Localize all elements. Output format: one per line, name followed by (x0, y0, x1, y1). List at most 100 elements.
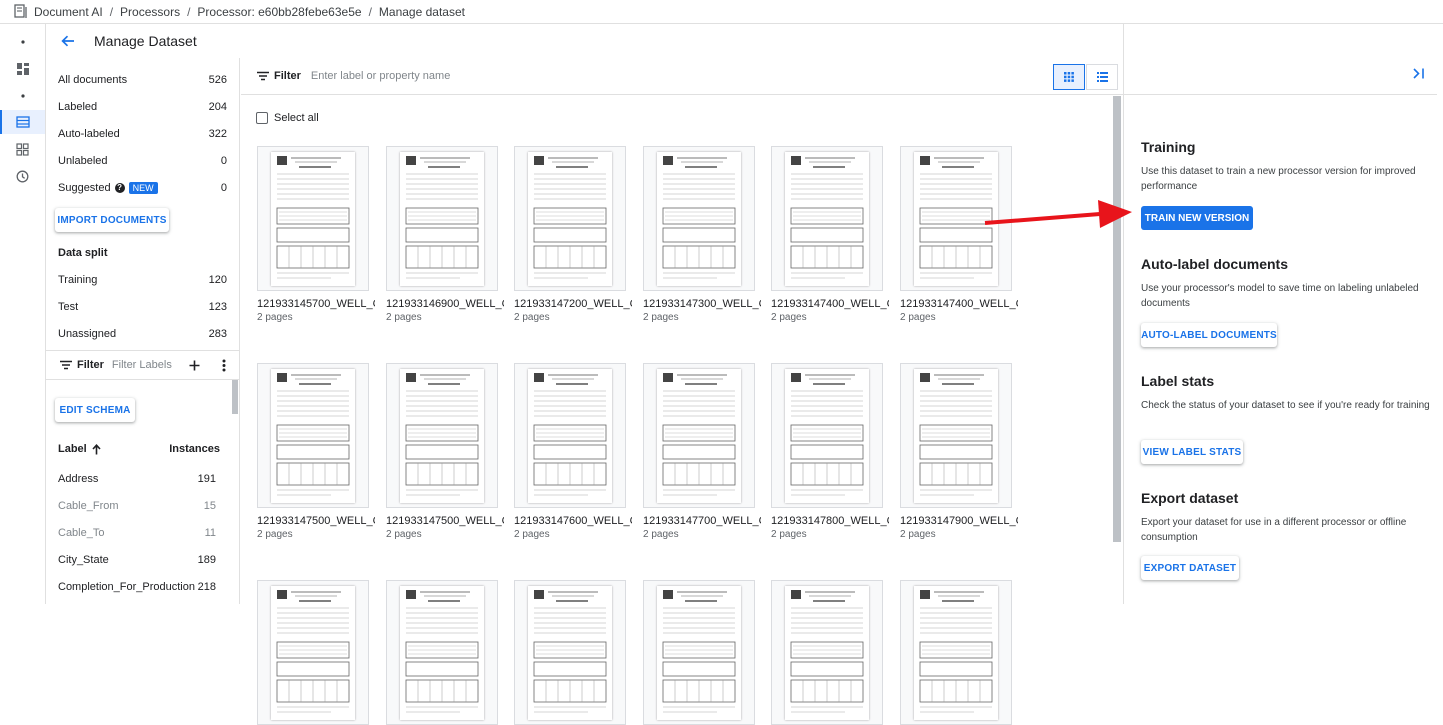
document-card[interactable] (771, 580, 889, 725)
document-thumbnail[interactable] (900, 146, 1012, 291)
rail-history-icon[interactable] (0, 164, 45, 188)
document-page-preview (271, 151, 355, 286)
document-filename[interactable]: 121933147800_WELL_COM... (771, 515, 889, 527)
list-view-toggle[interactable] (1086, 64, 1118, 90)
document-thumbnail[interactable] (514, 146, 626, 291)
select-all[interactable]: Select all (256, 112, 319, 124)
document-card[interactable]: 121933147500_WELL_COM... 2 pages (386, 363, 504, 540)
help-icon[interactable]: ? (114, 182, 125, 193)
document-card[interactable] (514, 580, 632, 725)
document-page-preview (528, 151, 612, 286)
document-thumbnail[interactable] (514, 363, 626, 508)
nav-all-documents[interactable]: All documents 526 (46, 66, 239, 93)
document-thumbnail[interactable] (386, 146, 498, 291)
document-filename[interactable]: 121933145700_WELL_COM... (257, 298, 375, 310)
document-card[interactable]: 121933147800_WELL_COM... 2 pages (771, 363, 889, 540)
label-column-header[interactable]: Label (58, 443, 101, 455)
split-unassigned[interactable]: Unassigned 283 (46, 320, 239, 347)
sort-arrow-up-icon[interactable] (92, 443, 101, 455)
document-filename[interactable]: 121933147700_WELL_COM... (643, 515, 761, 527)
document-card[interactable]: 121933147400_WELL_COM... 2 pages (900, 146, 1018, 323)
rail-dashboard-icon[interactable] (0, 57, 45, 81)
split-training[interactable]: Training 120 (46, 266, 239, 293)
auto-label-documents-button[interactable]: AUTO-LABEL DOCUMENTS (1141, 323, 1277, 347)
document-card[interactable] (386, 580, 504, 725)
label-row-completion-for-production[interactable]: Completion_For_Production 218 (46, 573, 232, 600)
nav-count: 0 (220, 181, 227, 194)
document-card[interactable] (643, 580, 761, 725)
document-filename[interactable]: 121933147500_WELL_COM... (257, 515, 375, 527)
sidebar-scrollbar[interactable] (232, 380, 238, 414)
document-thumbnail[interactable] (900, 363, 1012, 508)
export-dataset-button[interactable]: EXPORT DATASET (1141, 556, 1239, 580)
more-vert-icon[interactable] (222, 359, 226, 372)
document-card[interactable]: 121933147200_WELL_COM... 2 pages (514, 146, 632, 323)
document-card[interactable]: 121933147700_WELL_COM... 2 pages (643, 363, 761, 540)
document-card[interactable]: 121933147300_WELL_COM... 2 pages (643, 146, 761, 323)
label-row-address[interactable]: Address 191 (46, 465, 232, 492)
breadcrumb-processors[interactable]: Processors (120, 5, 180, 19)
nav-suggested[interactable]: Suggested ? NEW 0 (46, 174, 239, 201)
document-filter-input[interactable]: Enter label or property name (311, 70, 450, 82)
document-thumbnail[interactable] (643, 146, 755, 291)
document-filename[interactable]: 121933147900_WELL_COM... (900, 515, 1018, 527)
filter-icon (60, 360, 72, 370)
document-card[interactable] (257, 580, 375, 725)
rail-dataset-icon[interactable] (0, 110, 45, 134)
document-thumbnail[interactable] (900, 580, 1012, 725)
breadcrumb-processor[interactable]: Processor: e60bb28febe63e5e (197, 5, 361, 19)
nav-auto-labeled[interactable]: Auto-labeled 322 (46, 120, 239, 147)
document-thumbnail[interactable] (643, 580, 755, 725)
grid-scrollbar[interactable] (1113, 96, 1121, 542)
document-filename[interactable]: 121933147600_WELL_COM... (514, 515, 632, 527)
label-row-city-state[interactable]: City_State 189 (46, 546, 232, 573)
document-filename[interactable]: 121933147400_WELL_COM... (771, 298, 889, 310)
document-thumbnail[interactable] (771, 580, 883, 725)
document-thumbnail[interactable] (514, 580, 626, 725)
document-thumbnail[interactable] (771, 146, 883, 291)
document-card[interactable]: 121933147600_WELL_COM... 2 pages (514, 363, 632, 540)
collapse-panel-icon[interactable] (1413, 68, 1425, 79)
label-row-cable-from[interactable]: Cable_From 15 (46, 492, 232, 519)
add-label-icon[interactable] (189, 360, 200, 371)
document-thumbnail[interactable] (257, 146, 369, 291)
rail-grid-icon[interactable] (0, 137, 45, 161)
back-arrow-icon[interactable] (58, 31, 78, 51)
document-filename[interactable]: 121933147200_WELL_COM... (514, 298, 632, 310)
document-thumbnail[interactable] (643, 363, 755, 508)
grid-view-toggle[interactable] (1053, 64, 1085, 90)
nav-unlabeled[interactable]: Unlabeled 0 (46, 147, 239, 174)
document-thumbnail[interactable] (386, 580, 498, 725)
document-card[interactable] (900, 580, 1018, 725)
document-page-preview (271, 585, 355, 720)
view-label-stats-button[interactable]: VIEW LABEL STATS (1141, 440, 1243, 464)
document-thumbnail[interactable] (257, 363, 369, 508)
document-card[interactable]: 121933147400_WELL_COM... 2 pages (771, 146, 889, 323)
nav-labeled[interactable]: Labeled 204 (46, 93, 239, 120)
filter-labels-input[interactable]: Filter Labels (112, 359, 172, 371)
document-filename[interactable]: 121933147400_WELL_COM... (900, 298, 1018, 310)
document-page-preview (400, 368, 484, 503)
data-split-title: Data split (58, 247, 108, 259)
select-all-checkbox[interactable] (256, 112, 268, 124)
split-test[interactable]: Test 123 (46, 293, 239, 320)
import-documents-button[interactable]: IMPORT DOCUMENTS (55, 208, 169, 232)
document-thumbnail[interactable] (257, 580, 369, 725)
document-filename[interactable]: 121933147300_WELL_COM... (643, 298, 761, 310)
document-card[interactable]: 121933147900_WELL_COM... 2 pages (900, 363, 1018, 540)
document-filename[interactable]: 121933147500_WELL_COM... (386, 515, 504, 527)
breadcrumb: Document AI / Processors / Processor: e6… (0, 0, 1443, 24)
train-new-version-button[interactable]: TRAIN NEW VERSION (1141, 206, 1253, 230)
document-card[interactable]: 121933145700_WELL_COM... 2 pages (257, 146, 375, 323)
document-card[interactable]: 121933147500_WELL_COM... 2 pages (257, 363, 375, 540)
breadcrumb-document-ai[interactable]: Document AI (34, 5, 103, 19)
document-filename[interactable]: 121933146900_WELL_COM... (386, 298, 504, 310)
edit-schema-button[interactable]: EDIT SCHEMA (55, 398, 135, 422)
document-card[interactable]: 121933146900_WELL_COM... 2 pages (386, 146, 504, 323)
document-thumbnail[interactable] (771, 363, 883, 508)
rail-dot-icon[interactable] (0, 30, 45, 54)
rail-dot-icon[interactable] (0, 84, 45, 108)
document-thumbnail[interactable] (386, 363, 498, 508)
split-count: 283 (208, 327, 227, 340)
label-row-cable-to[interactable]: Cable_To 11 (46, 519, 232, 546)
